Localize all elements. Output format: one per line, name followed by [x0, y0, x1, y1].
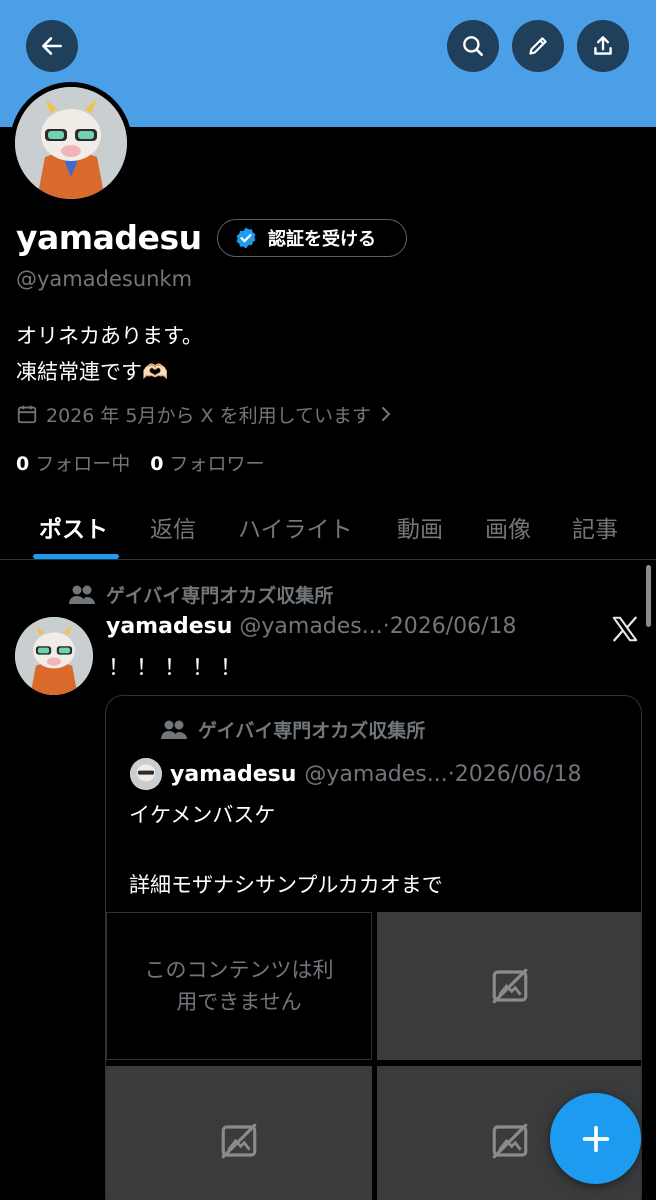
quote-community-label[interactable]: ゲイバイ専門オカズ収集所	[160, 716, 425, 743]
scrollbar[interactable]	[646, 565, 651, 627]
x-logo-icon[interactable]	[610, 614, 640, 644]
following-count: 0	[16, 453, 30, 475]
community-icon	[161, 720, 187, 739]
active-tab-indicator	[33, 554, 119, 559]
quote-text: イケメンバスケ 詳細モザナシサンプルカカオまで	[129, 798, 443, 903]
followers-count: 0	[150, 453, 164, 475]
goat-figure-avatar-image	[15, 617, 93, 695]
joined-date-text: 2026 年 5月から X を利用しています	[46, 404, 372, 427]
unavailable-text: このコンテンツは利	[144, 958, 334, 982]
compose-fab-button[interactable]	[550, 1093, 641, 1184]
followers-label: フォロワー	[169, 453, 265, 475]
get-verified-label: 認証を受ける	[268, 229, 376, 250]
profile-handle: @yamadesunkm	[16, 267, 193, 291]
quote-community-name: ゲイバイ専門オカズ収集所	[198, 720, 426, 742]
search-button[interactable]	[447, 20, 499, 72]
post-text: ！！！！！	[108, 656, 249, 681]
quote-header: yamadesu @yamades...·2026/06/18	[130, 758, 582, 790]
plus-icon	[582, 1125, 609, 1152]
profile-display-name: yamadesu	[16, 218, 202, 257]
quote-author-name: yamadesu	[170, 761, 297, 787]
post-author-avatar[interactable]	[15, 617, 93, 695]
tab-highlights[interactable]: ハイライト	[238, 510, 353, 544]
back-button[interactable]	[26, 20, 78, 72]
share-button[interactable]	[577, 20, 629, 72]
image-unavailable-icon	[221, 1123, 257, 1159]
tab-images[interactable]: 画像	[485, 510, 531, 544]
quote-author-avatar	[130, 758, 162, 790]
pencil-icon	[529, 37, 547, 55]
following-label: フォロー中	[35, 453, 131, 475]
follow-counts: 0 フォロー中 0 フォロワー	[16, 449, 265, 476]
following-link[interactable]: 0 フォロー中	[16, 449, 130, 476]
profile-tabs: ポスト 返信 ハイライト 動画 画像 記事	[0, 500, 656, 560]
media-tile[interactable]	[106, 1066, 372, 1200]
followers-link[interactable]: 0 フォロワー	[150, 449, 264, 476]
profile-avatar[interactable]	[10, 82, 132, 204]
profile-bio: オリネカあります。 凍結常連です🫶🏻	[16, 318, 203, 390]
media-tile[interactable]	[377, 912, 641, 1060]
tab-articles[interactable]: 記事	[572, 510, 618, 544]
post-author-name[interactable]: yamadesu	[106, 614, 232, 639]
goat-figure-avatar-image	[130, 758, 162, 790]
post-handle-date: @yamades...·2026/06/18	[239, 614, 517, 639]
get-verified-button[interactable]: 認証を受ける	[217, 219, 407, 257]
community-name: ゲイバイ専門オカズ収集所	[106, 585, 334, 607]
arrow-left-icon	[42, 37, 62, 55]
media-unavailable-tile: このコンテンツは利 用できません	[106, 912, 372, 1060]
goat-figure-avatar-image	[15, 87, 127, 199]
bio-line: オリネカあります。	[16, 324, 203, 348]
quote-handle-date: @yamades...·2026/06/18	[304, 761, 582, 787]
quote-text-line: イケメンバスケ	[129, 803, 276, 827]
tab-posts[interactable]: ポスト	[39, 510, 108, 544]
image-unavailable-icon	[492, 968, 528, 1004]
image-unavailable-icon	[492, 1123, 528, 1159]
quote-text-line: 詳細モザナシサンプルカカオまで	[129, 873, 443, 897]
post-community-label[interactable]: ゲイバイ専門オカズ収集所	[68, 581, 333, 608]
joined-date-row[interactable]: 2026 年 5月から X を利用しています	[16, 400, 393, 428]
chevron-right-icon	[382, 407, 391, 421]
post-header: yamadesu @yamades...·2026/06/18	[106, 614, 517, 639]
bio-line: 凍結常連です🫶🏻	[16, 360, 169, 384]
search-icon	[463, 36, 483, 56]
tab-replies[interactable]: 返信	[150, 510, 196, 544]
share-icon	[594, 36, 612, 55]
community-icon	[69, 585, 95, 604]
verified-badge-icon	[236, 227, 256, 249]
tab-videos[interactable]: 動画	[397, 510, 443, 544]
edit-button[interactable]	[512, 20, 564, 72]
unavailable-text: 用できません	[176, 990, 302, 1014]
calendar-icon	[17, 405, 37, 424]
